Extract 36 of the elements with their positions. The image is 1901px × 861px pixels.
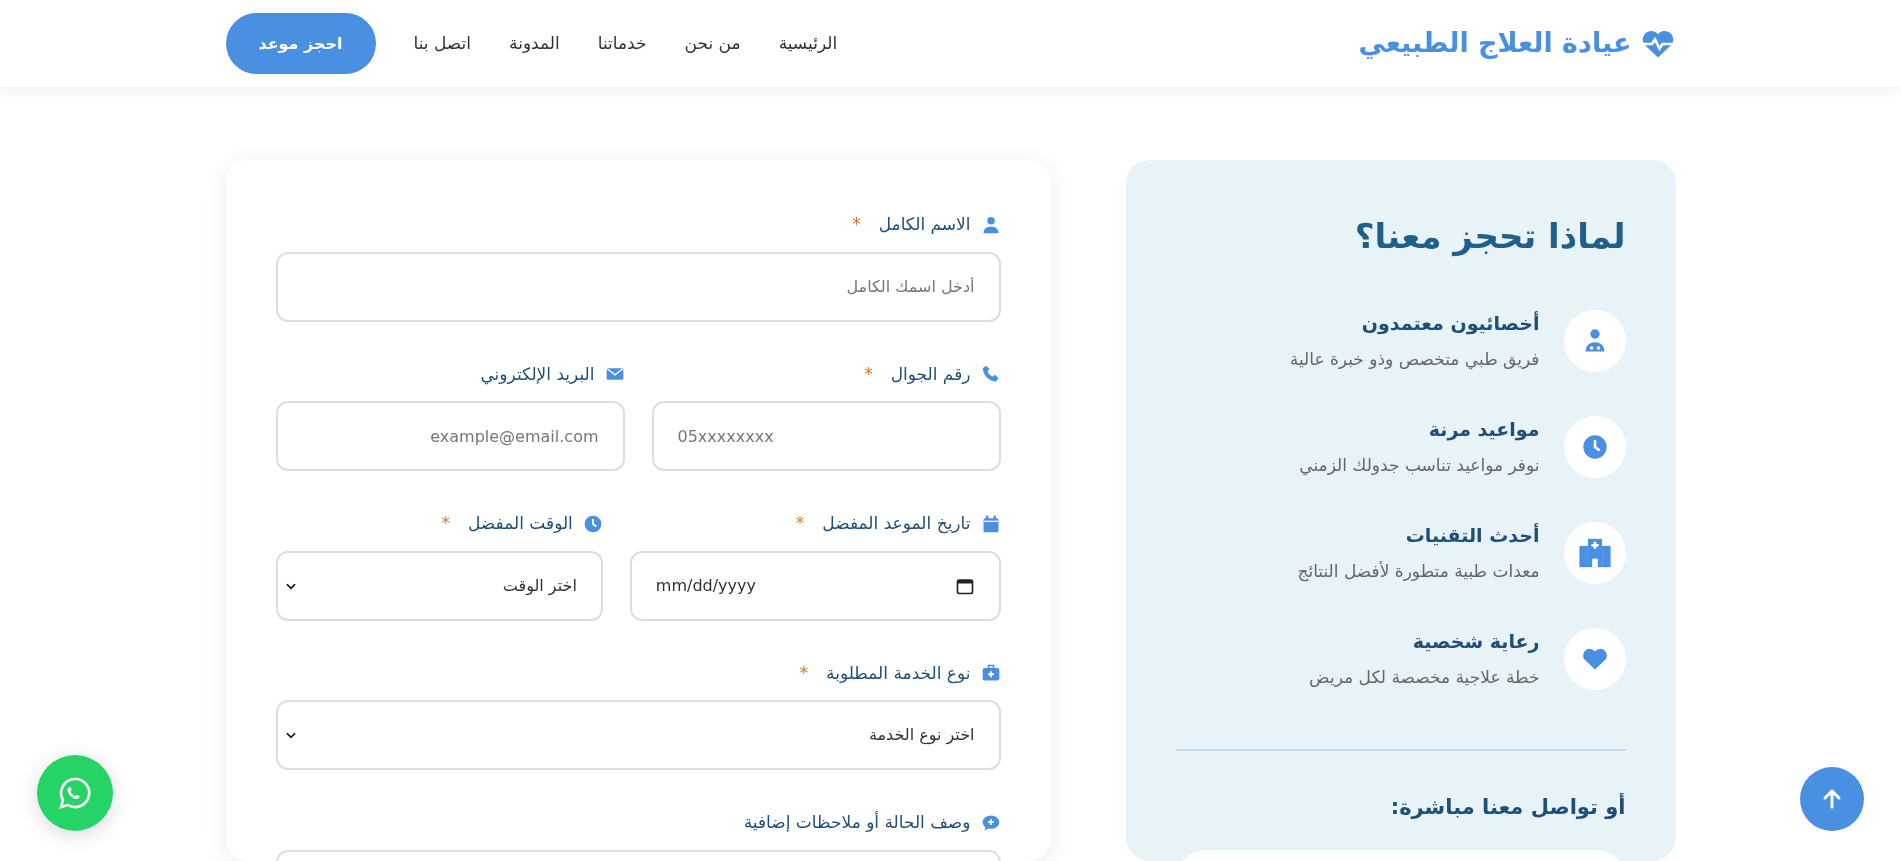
whatsapp-icon — [57, 775, 93, 811]
feature-title: مواعيد مرنة — [1427, 416, 1540, 443]
required-mark: * — [799, 661, 809, 685]
nav-link[interactable]: اتصل بنا — [413, 30, 472, 57]
nav-link[interactable]: المدونة — [509, 30, 560, 57]
nav-link[interactable]: الرئيسية — [778, 30, 838, 57]
nav-link[interactable]: من نحن — [684, 30, 741, 57]
feature-title: أحدث التقنيات — [1404, 522, 1540, 548]
clock-icon — [1580, 432, 1609, 461]
required-mark: * — [795, 512, 805, 535]
input-field[interactable]: 05xxxxxxxx — [651, 401, 1001, 471]
input-field[interactable]: example@email.com — [275, 401, 625, 471]
medical-kit-icon — [980, 663, 1001, 684]
field-label: تاريخ الموعد المفضل — [822, 512, 971, 536]
select-field[interactable]: اختر نوع الخدمة — [275, 700, 1001, 770]
contact-title: أو تواصل معنا مباشرة: — [1389, 794, 1626, 820]
select-field[interactable]: اختر الوقت — [275, 550, 603, 621]
required-mark: * — [852, 213, 861, 236]
required-mark: * — [441, 512, 450, 535]
date-field[interactable]: mm/dd/yyyy — [629, 550, 1001, 621]
feature-description: خطة علاجية مخصصة لكل مريض — [1309, 666, 1540, 690]
field-label: البريد الإلكتروني — [480, 362, 595, 387]
field-label: وصف الحالة أو ملاحظات إضافية — [743, 810, 971, 834]
required-mark: * — [864, 362, 873, 386]
field-label: الوقت المفضل — [468, 512, 573, 535]
feature-description: فريق طبي متخصص وذو خبرة عالية — [1289, 348, 1540, 372]
clock-icon — [582, 513, 603, 534]
field-label: نوع الخدمة المطلوبة — [826, 661, 971, 686]
panel-title: لماذا تحجز معنا؟ — [1353, 216, 1626, 257]
feature-description: نوفر مواعيد تناسب جدولك الزمني — [1299, 454, 1540, 478]
field-label: رقم الجوال — [890, 362, 971, 386]
feature-title: رعاية شخصية — [1411, 628, 1540, 655]
nav-link[interactable]: خدماتنا — [597, 30, 647, 57]
feature-description: معدات طبية متطورة لأفضل النتائج — [1297, 560, 1540, 584]
field-label: الاسم الكامل — [878, 213, 971, 236]
feature-title: أخصائيون معتمدون — [1360, 310, 1540, 337]
